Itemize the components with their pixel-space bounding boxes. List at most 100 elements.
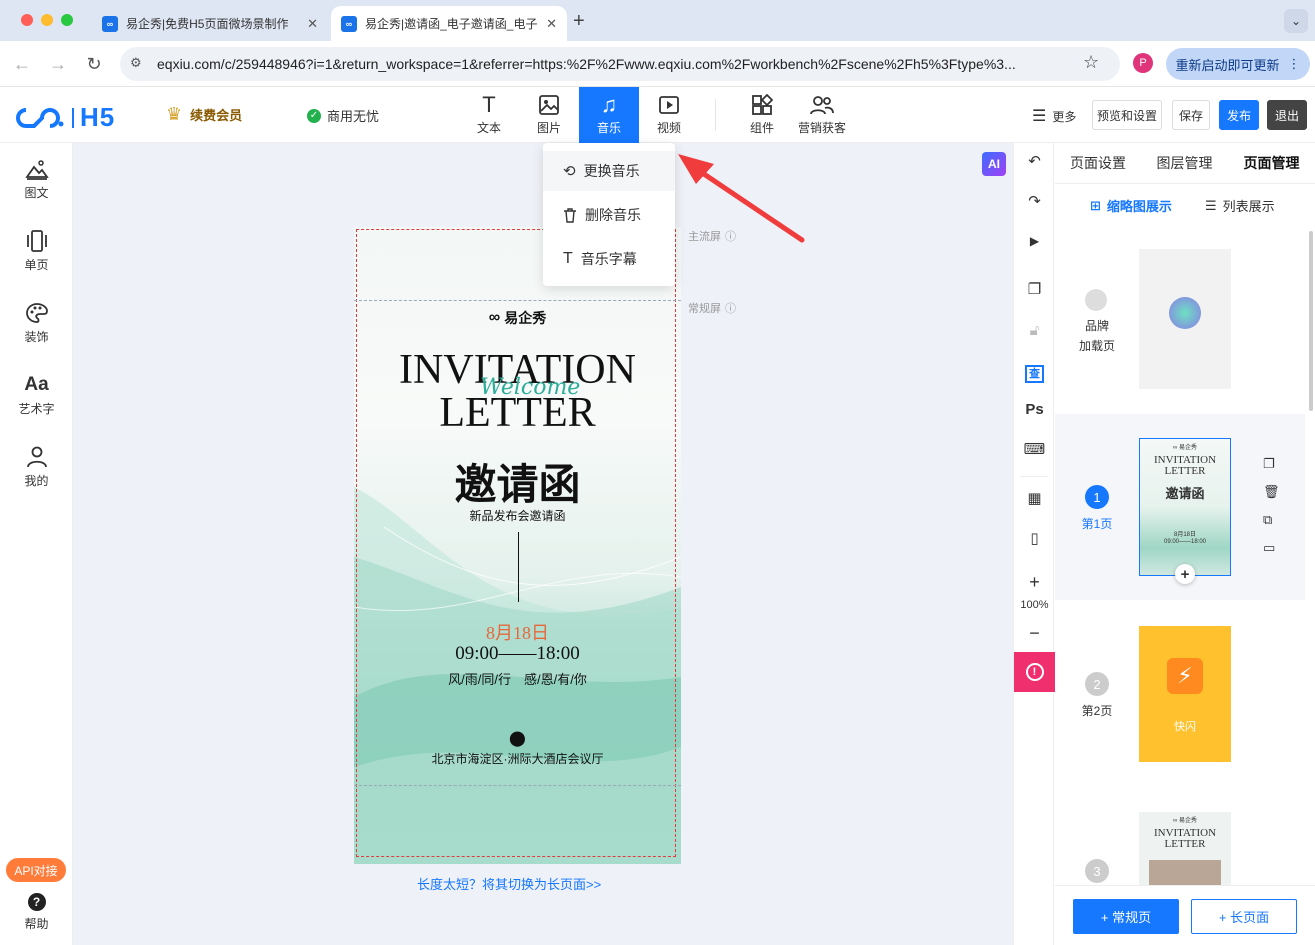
restart-update-button[interactable]: 重新启动即可更新 ⋮ [1166,48,1310,80]
commercial-badge[interactable]: ✓ 商用无忧 [307,106,379,125]
exit-button[interactable]: 退出 [1267,100,1307,130]
play-preview-icon[interactable]: ▶ [1014,227,1055,255]
tool-marketing[interactable]: 营销获客 [792,87,852,143]
page-1-thumbnail[interactable]: ∞ 易企秀 INVITATION LETTER 邀请函 8月18日 09:00——1… [1139,438,1231,576]
reload-icon[interactable]: ↻ [82,52,106,76]
browser-tab-2[interactable]: ∞ 易企秀|邀请函_电子邀请函_电子 ✕ [331,6,567,41]
tab-layer-management[interactable]: 图层管理 [1141,143,1228,183]
thumbnail-view-toggle[interactable]: ⊞ 缩略图展示 [1090,196,1172,215]
alert-button[interactable]: ! [1014,652,1055,692]
publish-button[interactable]: 发布 [1219,100,1259,130]
tab-page-settings[interactable]: 页面设置 [1055,143,1141,183]
grid-view-icon: ⊞ [1090,197,1101,213]
more-label: 更多 [1052,109,1077,124]
help-button[interactable]: ? 帮助 [0,893,73,932]
forward-arrow-icon[interactable]: → [46,52,70,76]
tab-page-management[interactable]: 页面管理 [1228,143,1315,183]
ai-assistant-button[interactable]: AI [982,152,1006,176]
redo-icon[interactable]: ↷ [1014,187,1055,215]
close-tab-icon[interactable]: ✕ [546,16,557,32]
sidebar-item-single-page[interactable]: 单页 [0,221,73,281]
folder-icon[interactable]: ▭ [1263,540,1275,556]
page-3-thumbnail[interactable]: ∞ 易企秀 INVITATION LETTER [1139,812,1231,885]
insert-page-plus-icon[interactable]: + [1175,564,1195,584]
maximize-window-button[interactable] [61,14,73,26]
music-subtitle-item[interactable]: T 音乐字幕 [543,239,675,279]
phone-view-icon[interactable]: ▯ [1014,524,1055,552]
bookmark-star-icon[interactable]: ☆ [1083,52,1099,73]
sidebar-item-art-text[interactable]: Aa 艺术字 [0,365,73,425]
tool-image[interactable]: 图片 [519,87,579,143]
sidebar-item-decoration[interactable]: 装饰 [0,293,73,353]
duplicate-page-icon[interactable]: ⧉ [1263,512,1272,528]
eqxiu-logo[interactable]: H5 [14,102,115,133]
browser-tab-1[interactable]: ∞ 易企秀|免费H5页面微场景制作 ✕ [92,6,328,41]
users-icon [810,96,834,115]
photoshop-import-icon[interactable]: Ps [1014,395,1055,423]
delete-music-item[interactable]: 删除音乐 [543,195,675,235]
sidebar-item-label: 图文 [24,185,49,200]
sidebar-item-mine[interactable]: 我的 [0,437,73,497]
replace-music-item[interactable]: ⟲ 更换音乐 [543,151,675,191]
keyboard-icon[interactable]: ⌨ [1014,435,1055,463]
invitation-subtitle[interactable]: 新品发布会邀请函 [354,507,681,524]
back-arrow-icon[interactable]: ← [10,52,34,76]
url-text[interactable]: eqxiu.com/c/259448946?i=1&return_workspa… [157,56,1077,72]
profile-avatar[interactable]: P [1133,53,1153,73]
sidebar-item-label: 单页 [24,257,49,272]
tool-label: 视频 [656,121,681,135]
menu-item-label: 音乐字幕 [580,251,637,267]
event-address[interactable]: 北京市海淀区·洲际大酒店会议厅 [354,750,681,767]
page-card-1[interactable]: 1 第1页 ∞ 易企秀 INVITATION LETTER 邀请函 8月18日 09… [1055,414,1305,600]
api-integration-button[interactable]: API对接 [6,858,66,882]
close-tab-icon[interactable]: ✕ [307,16,318,32]
sidebar-item-graphic[interactable]: 图文 [0,149,73,209]
tool-music[interactable]: ♫ 音乐 [579,87,639,143]
grid-icon[interactable]: ▦ [1014,484,1055,512]
invitation-brand[interactable]: ∞ 易企秀 [354,308,681,328]
page-preview[interactable]: ∞ 易企秀 INVITATION LETTER Welcome 邀请函 新品发布… [354,227,681,864]
zoom-out-icon[interactable]: − [1014,619,1055,647]
copy-page-icon[interactable]: ❐ [1014,275,1055,303]
undo-icon[interactable]: ↶ [1014,147,1055,175]
tool-component[interactable]: 组件 [732,87,792,143]
more-menu-button[interactable]: ☰ 更多 [1032,106,1076,126]
list-icon: ☰ [1032,108,1047,125]
delete-page-icon[interactable]: 🗑︎ [1263,484,1280,500]
tool-video[interactable]: 视频 [639,87,699,143]
save-button[interactable]: 保存 [1172,100,1210,130]
switch-long-page-link[interactable]: 长度太短？将其切换为长页面>> [417,874,601,893]
page-number-badge: 3 [1085,859,1109,883]
vertical-line-decoration [518,532,519,602]
brand-loading-page[interactable]: 品牌 加载页 [1055,235,1305,405]
minimize-window-button[interactable] [41,14,53,26]
address-bar[interactable]: ⚙ eqxiu.com/c/259448946?i=1&return_works… [120,47,1120,81]
tab-list-chevron-icon[interactable]: ⌄ [1284,9,1308,33]
event-date[interactable]: 8月18日 [354,619,681,645]
welcome-script-text[interactable]: Welcome [480,375,580,400]
add-long-page-button[interactable]: + 长页面 [1191,899,1297,934]
close-window-button[interactable] [21,14,33,26]
copy-page-icon[interactable]: ❐ [1263,456,1275,472]
preview-settings-button[interactable]: 预览和设置 [1092,100,1162,130]
zoom-in-icon[interactable]: + [1014,568,1055,596]
page-card-2[interactable]: 2 第2页 ⚡ 快闪 [1055,610,1305,790]
site-settings-icon[interactable]: ⚙ [130,55,142,71]
tool-text[interactable]: T 文本 [459,87,519,143]
list-view-toggle[interactable]: ☰ 列表展示 [1205,196,1275,215]
page-2-thumbnail[interactable]: ⚡ 快闪 [1139,626,1231,762]
ocr-scan-icon[interactable]: 查 [1014,360,1055,388]
panel-scrollbar[interactable] [1309,231,1313,411]
event-time[interactable]: 09:00——18:00 [354,643,681,665]
vip-renew-link[interactable]: ♛ 续费会员 [166,104,242,125]
logo-h5-text: H5 [80,102,116,132]
add-normal-page-button[interactable]: + 常规页 [1073,899,1179,934]
help-circle-icon[interactable]: ⓘ [725,300,736,316]
brand-page-thumbnail[interactable] [1139,249,1231,389]
lock-icon[interactable]: 🔓︎ [1014,316,1055,344]
chinese-title[interactable]: 邀请函 [354,451,681,512]
new-tab-button[interactable]: + [573,10,585,33]
page-card-3[interactable]: 3 ∞ 易企秀 INVITATION LETTER [1055,800,1305,885]
event-motto[interactable]: 风/雨/同/行 感/恩/有/你 [354,669,681,688]
brand-text: 易企秀 [504,310,547,326]
